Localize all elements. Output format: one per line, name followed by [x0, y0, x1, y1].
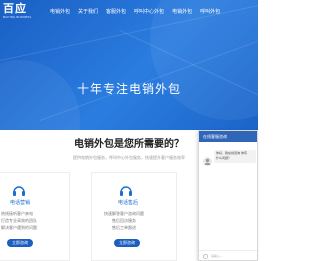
- consult-button[interactable]: 立即咨询: [114, 239, 140, 247]
- card-title: 电话售后: [118, 200, 139, 206]
- card-line: 打造专业高效的团队: [1, 218, 37, 223]
- smile-icon[interactable]: [203, 254, 208, 259]
- card-line: 售后回访服务: [112, 218, 136, 223]
- logo-text: 百应: [3, 2, 27, 15]
- nav-item-about[interactable]: 关于我们: [78, 9, 98, 16]
- chat-input[interactable]: 请输入...: [211, 254, 223, 259]
- navbar: 百应 BAIYING BUSINESS 电销外包 关于我们 客服外包 呼叫中心外…: [0, 0, 258, 24]
- service-card-telemarketing: 电话营销 热线接听客户来电 打造专业高效的团队 解决客户遇到的问题 立即咨询: [0, 172, 70, 261]
- chat-header[interactable]: 在线客服咨询: [199, 131, 257, 142]
- chat-message: 你好，我在线咨询 你有 什么问题？: [214, 150, 256, 163]
- chat-message-line: 什么问题？: [216, 156, 232, 160]
- nav-item-call-outsourcing[interactable]: 呼叫外包: [200, 9, 220, 16]
- nav-item-call-center[interactable]: 呼叫中心外包: [134, 9, 164, 16]
- hero-title: 十年专注电销外包: [76, 82, 181, 96]
- nav-item-telesales[interactable]: 电销外包: [172, 9, 192, 16]
- service-card-after-sales: 电话售后 快速解答客户咨询问题 售后回访服务 售后工单跟进 立即咨询: [91, 172, 177, 261]
- nav-item-service-outsourcing[interactable]: 客服外包: [106, 9, 126, 16]
- agent-avatar-icon: [203, 151, 212, 166]
- chat-widget: 在线客服咨询 你好，我在线咨询 你有 什么问题？ 请输入...: [198, 130, 258, 261]
- consult-button[interactable]: 立即咨询: [7, 239, 33, 247]
- hero-banner: 百应 BAIYING BUSINESS 电销外包 关于我们 客服外包 呼叫中心外…: [0, 0, 258, 130]
- card-line: 售后工单跟进: [112, 225, 136, 230]
- nav-item-home[interactable]: 电销外包: [50, 9, 70, 16]
- headset-icon: [118, 183, 134, 197]
- card-title: 电话营销: [10, 200, 31, 206]
- logo-subtitle: BAIYING BUSINESS: [3, 15, 32, 19]
- logo[interactable]: 百应 BAIYING BUSINESS: [3, 3, 39, 21]
- card-line: 快速解答客户咨询问题: [104, 211, 144, 216]
- card-line: 热线接听客户来电: [1, 211, 33, 216]
- headset-icon: [11, 183, 27, 197]
- card-line: 解决客户遇到的问题: [1, 225, 37, 230]
- chat-footer: 请输入...: [199, 250, 257, 261]
- main-nav: 电销外包 关于我们 客服外包 呼叫中心外包 电销外包 呼叫外包: [50, 9, 228, 16]
